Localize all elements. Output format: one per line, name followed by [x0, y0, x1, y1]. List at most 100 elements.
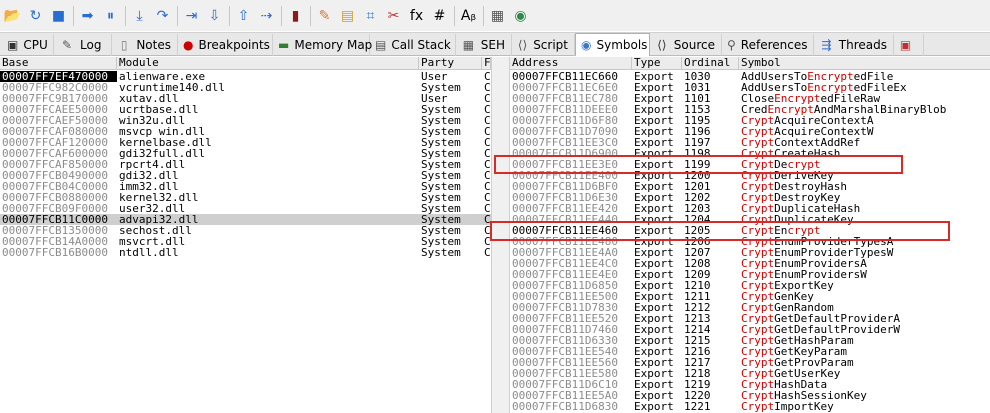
column-header-type[interactable]: Type — [632, 57, 682, 70]
module-row[interactable]: 00007FFCB16B0000 ntdll.dll System C — [0, 247, 491, 258]
symbol-row[interactable]: 00007FFCB11D6900 Export 1198 CryptCreateHas… — [510, 148, 990, 159]
tab-symbols[interactable]: ◉ Symbols — [575, 33, 650, 56]
symbol-row[interactable]: 00007FFCB11EE520 Export 1213 CryptGetDefaul… — [510, 313, 990, 324]
run-to-user-code-icon[interactable]: ⇢ — [256, 5, 277, 27]
tab-notes[interactable]: ▯ Notes — [112, 34, 178, 56]
module-row[interactable]: 00007FF7EF470000 alienware.exe User C — [0, 71, 491, 82]
symbol-row[interactable]: 00007FFCB11D6C10 Export 1219 CryptHashData — [510, 379, 990, 390]
symbol-row[interactable]: 00007FFCB11EE580 Export 1218 CryptGetUserKe… — [510, 368, 990, 379]
step-over-icon[interactable]: ↷ — [152, 5, 173, 27]
strings-icon[interactable]: Aᵦ — [458, 5, 479, 27]
module-row[interactable]: 00007FFCAEE50000 ucrtbase.dll System C — [0, 104, 491, 115]
module-row[interactable]: 00007FFCB0490000 gdi32.dll System C — [0, 170, 491, 181]
trace-into-icon[interactable]: ⇥ — [181, 5, 202, 27]
symbol-address: 00007FFCB11EE3C0 — [512, 137, 618, 148]
column-header-party[interactable]: Party — [419, 57, 482, 70]
toolbar-separator — [483, 5, 484, 26]
scylla-icon[interactable]: ▮ — [285, 5, 306, 27]
symbol-row[interactable]: 00007FFCB11D7830 Export 1212 CryptGenRandom — [510, 302, 990, 313]
symbol-row[interactable]: 00007FFCB11EE460 Export 1205 CryptEncrypt — [510, 225, 990, 236]
symbol-row[interactable]: 00007FFCB11EE480 Export 1206 CryptEnumProvi… — [510, 236, 990, 247]
tab-references[interactable]: ⚲ References — [722, 34, 814, 56]
comments-icon[interactable]: ▤ — [337, 5, 358, 27]
module-row[interactable]: 00007FFCAF080000 msvcp_win.dll System C — [0, 126, 491, 137]
bookmarks-icon[interactable]: ✂ — [383, 5, 404, 27]
step-into-icon[interactable]: ⤓ — [129, 5, 150, 27]
module-row[interactable]: 00007FFCAEF50000 win32u.dll System C — [0, 115, 491, 126]
tab-breakpoints[interactable]: ● Breakpoints — [178, 34, 273, 56]
symbol-row[interactable]: 00007FFCB11D7460 Export 1214 CryptGetDefaul… — [510, 324, 990, 335]
run-icon[interactable]: ➡ — [77, 5, 98, 27]
symbol-row[interactable]: 00007FFCB11EE5A0 Export 1220 CryptHashSessi… — [510, 390, 990, 401]
symbol-row[interactable]: 00007FFCB11D6850 Export 1210 CryptExportKey — [510, 280, 990, 291]
symbol-row[interactable]: 00007FFCB11D6830 Export 1221 CryptImportKey — [510, 401, 990, 412]
labels-icon[interactable]: ⌗ — [360, 5, 381, 27]
symbol-row[interactable]: 00007FFCB11D6330 Export 1215 CryptGetHashPa… — [510, 335, 990, 346]
module-row[interactable]: 00007FFCB11C0000 advapi32.dll System C — [0, 214, 491, 225]
execute-till-return-icon[interactable]: ⇧ — [233, 5, 254, 27]
variables-icon[interactable]: # — [429, 5, 450, 27]
calculator-icon[interactable]: ▦ — [487, 5, 508, 27]
search-match: Crypt — [741, 148, 775, 159]
tab-log[interactable]: ✎ Log — [54, 34, 112, 56]
pane-splitter[interactable] — [491, 57, 510, 413]
module-row[interactable]: 00007FFCAF850000 rpcrt4.dll System C — [0, 159, 491, 170]
symbol-row[interactable]: 00007FFCB11DEEE0 Export 1153 CredEncryptAnd… — [510, 104, 990, 115]
help-icon[interactable]: ◉ — [510, 5, 531, 27]
module-row[interactable]: 00007FFCB09F0000 user32.dll System C — [0, 203, 491, 214]
symbol-row[interactable]: 00007FFCB11EE420 Export 1203 CryptDuplicate… — [510, 203, 990, 214]
tab-extra[interactable]: ▣ — [894, 34, 924, 56]
toolbar-separator — [177, 5, 178, 26]
functions-icon[interactable]: fx — [406, 5, 427, 27]
tab-script[interactable]: ⟨⟩ Script — [512, 34, 575, 56]
pause-icon[interactable]: ⏸ — [100, 5, 121, 27]
symbol-name: CryptContextAddRef — [739, 137, 990, 148]
column-header-module[interactable]: Module — [117, 57, 419, 70]
module-row[interactable]: 00007FFCB04C0000 imm32.dll System C — [0, 181, 491, 192]
symbol-row[interactable]: 00007FFCB11EE440 Export 1204 CryptDuplicate… — [510, 214, 990, 225]
column-header-symbol[interactable]: Symbol — [739, 57, 990, 70]
module-row[interactable]: 00007FFCB0880000 kernel32.dll System C — [0, 192, 491, 203]
column-header-base[interactable]: Base — [0, 57, 117, 70]
symbol-row[interactable]: 00007FFCB11D7090 Export 1196 CryptAcquireCo… — [510, 126, 990, 137]
symbol-row[interactable]: 00007FFCB11EE540 Export 1216 CryptGetKeyPar… — [510, 346, 990, 357]
symbol-name: CryptDestroyHash — [739, 181, 990, 192]
restart-icon[interactable]: ↻ — [25, 5, 46, 27]
symbol-row[interactable]: 00007FFCB11EE4E0 Export 1209 CryptEnumProvi… — [510, 269, 990, 280]
tab-threads[interactable]: ⇶ Threads — [814, 34, 894, 56]
stop-icon[interactable]: ■ — [48, 5, 69, 27]
tab-seh[interactable]: ▦ SEH — [456, 34, 512, 56]
tab-memory-map[interactable]: ▬ Memory Map — [273, 34, 373, 56]
tab-label: Memory Map — [294, 38, 373, 52]
open-icon[interactable]: 📂 — [2, 5, 23, 27]
module-row[interactable]: 00007FFCB14A0000 msvcrt.dll System C — [0, 236, 491, 247]
column-header-ordinal[interactable]: Ordinal — [682, 57, 739, 70]
module-row[interactable]: 00007FFC9B170000 xutav.dll User C — [0, 93, 491, 104]
module-row[interactable]: 00007FFCB1350000 sechost.dll System C — [0, 225, 491, 236]
module-row[interactable]: 00007FFCAF600000 gdi32full.dll System C — [0, 148, 491, 159]
symbol-row[interactable]: 00007FFCB11D6F80 Export 1195 CryptAcquireCo… — [510, 115, 990, 126]
tab-call-stack[interactable]: ▤ Call Stack — [370, 34, 456, 56]
symbol-row[interactable]: 00007FFCB11EE3E0 Export 1199 CryptDecrypt — [510, 159, 990, 170]
tab-cpu[interactable]: ▣ CPU — [2, 34, 54, 56]
symbol-row[interactable]: 00007FFCB11EE4C0 Export 1208 CryptEnumProvi… — [510, 258, 990, 269]
symbol-row[interactable]: 00007FFCB11EE500 Export 1211 CryptGenKey — [510, 291, 990, 302]
module-row[interactable]: 00007FFCAF120000 kernelbase.dll System C — [0, 137, 491, 148]
module-base: 00007FFCAF120000 — [2, 137, 108, 148]
symbol-row[interactable]: 00007FFCB11EE3C0 Export 1197 CryptContextAd… — [510, 137, 990, 148]
tab-source[interactable]: ⟨⟩ Source — [650, 34, 722, 56]
module-row[interactable]: 00007FFC982C0000 vcruntime140.dll System C — [0, 82, 491, 93]
symbol-row[interactable]: 00007FFCB11D6BF0 Export 1201 CryptDestroyHa… — [510, 181, 990, 192]
column-header-address[interactable]: Address — [510, 57, 632, 70]
symbol-row[interactable]: 00007FFCB11EC780 Export 1101 CloseEncrypted… — [510, 93, 990, 104]
symbol-row[interactable]: 00007FFCB11EC6E0 Export 1031 AddUsersToEncr… — [510, 82, 990, 93]
symbol-row[interactable]: 00007FFCB11EE560 Export 1217 CryptGetProvPa… — [510, 357, 990, 368]
symbol-row[interactable]: 00007FFCB11EC660 Export 1030 AddUsersToEncr… — [510, 71, 990, 82]
symbol-row[interactable]: 00007FFCB11EE4A0 Export 1207 CryptEnumProvi… — [510, 247, 990, 258]
patches-icon[interactable]: ✎ — [314, 5, 335, 27]
symbol-row[interactable]: 00007FFCB11EE400 Export 1200 CryptDeriveKey — [510, 170, 990, 181]
column-header-path[interactable]: F — [482, 57, 491, 70]
cpu-icon: ▣ — [7, 38, 19, 52]
trace-over-icon[interactable]: ⇩ — [204, 5, 225, 27]
symbol-row[interactable]: 00007FFCB11D6E30 Export 1202 CryptDestroyKe… — [510, 192, 990, 203]
